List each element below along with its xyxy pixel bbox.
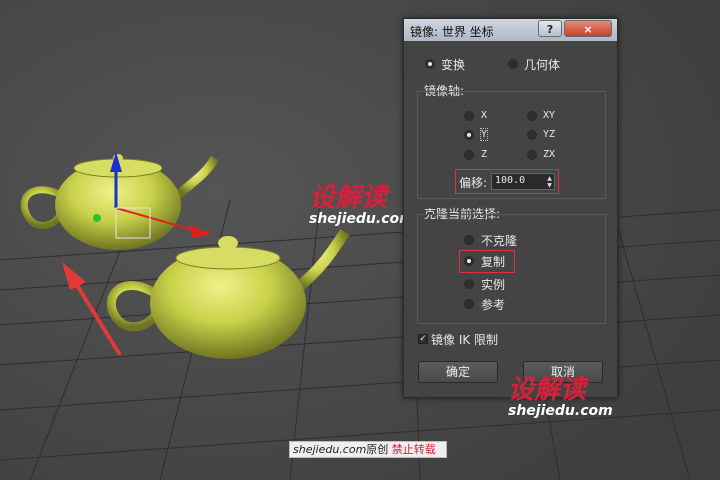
watermark-logo: 设解读: [508, 375, 587, 405]
radio-icon: [464, 150, 474, 160]
axis-label: Y: [479, 128, 489, 141]
offset-label: 偏移:: [459, 176, 488, 190]
banner-site: shejiedu.com: [293, 443, 367, 456]
mirror-dialog: 镜像: 世界 坐标 ? × 变换 几何体 镜像轴: X Y Z XY YZ ZX…: [403, 18, 618, 398]
copyright-banner: shejiedu.com原创 禁止转载: [289, 441, 447, 458]
radio-icon: [464, 279, 474, 289]
watermark-1: 设解读 shejiedu.com: [309, 184, 414, 226]
offset-input[interactable]: 100.0: [495, 175, 525, 186]
radio-icon: [527, 150, 537, 160]
banner-middle: 原创: [366, 443, 389, 456]
radio-icon: [527, 130, 537, 140]
spinner-arrows-icon[interactable]: ▲ ▼: [545, 175, 554, 189]
axis-label: Z: [481, 149, 488, 160]
radio-icon: [425, 59, 435, 69]
dialog-title: 镜像: 世界 坐标: [410, 25, 494, 39]
axis-label: YZ: [543, 129, 556, 140]
clone-option-label: 参考: [481, 298, 506, 312]
radio-icon: [508, 59, 518, 69]
axis-label: X: [481, 110, 488, 121]
radio-icon: [464, 130, 474, 140]
dialog-titlebar[interactable]: 镜像: 世界 坐标 ? ×: [404, 19, 617, 41]
watermark-url: shejiedu.com: [508, 403, 613, 419]
close-button[interactable]: ×: [564, 20, 612, 37]
radio-icon: [464, 256, 474, 266]
clone-option-label: 复制: [481, 255, 506, 269]
clone-option-label: 不克隆: [481, 234, 518, 248]
banner-notice: 禁止转载: [391, 443, 436, 456]
ok-button[interactable]: 确定: [418, 361, 498, 383]
radio-icon: [527, 111, 537, 121]
watermark-url: shejiedu.com: [309, 211, 414, 227]
mode-option-label: 几何体: [524, 58, 561, 72]
offset-spinner[interactable]: 100.0 ▲ ▼: [491, 173, 555, 190]
radio-icon: [464, 111, 474, 121]
watermark-2: 设解读 shejiedu.com: [508, 376, 613, 418]
checkmark-icon: ✓: [418, 334, 428, 344]
axis-label: ZX: [543, 149, 556, 160]
clone-option-label: 实例: [481, 278, 506, 292]
mirror-ik-label: 镜像 IK 限制: [431, 333, 499, 347]
help-button[interactable]: ?: [538, 20, 562, 37]
radio-icon: [464, 235, 474, 245]
axis-label: XY: [543, 110, 556, 121]
watermark-logo: 设解读: [309, 183, 388, 213]
radio-icon: [464, 299, 474, 309]
mode-option-label: 变换: [441, 58, 466, 72]
